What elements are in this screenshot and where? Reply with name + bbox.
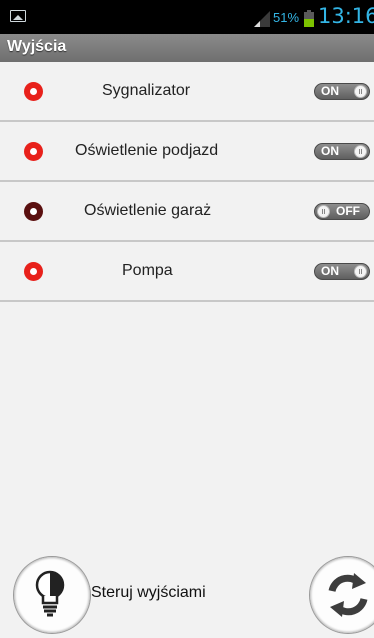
image-icon: [10, 10, 26, 22]
refresh-button[interactable]: [310, 557, 374, 633]
outputs-list: Sygnalizator ON Oświetlenie podjazd ON O…: [0, 62, 374, 302]
output-label: Oświetlenie garaż: [84, 202, 212, 219]
toggle-knob: [354, 145, 367, 158]
status-indicator-icon: [24, 82, 43, 101]
status-indicator-icon: [24, 142, 43, 161]
output-toggle[interactable]: ON: [314, 143, 370, 160]
output-label: Sygnalizator: [102, 82, 191, 99]
output-toggle[interactable]: ON: [314, 83, 370, 100]
status-indicator-icon: [24, 262, 43, 281]
page-title: Wyjścia: [7, 38, 67, 55]
status-indicator-icon: [24, 202, 43, 221]
lightbulb-icon: [35, 570, 65, 617]
output-row-oswietlenie-podjazd: Oświetlenie podjazd ON: [0, 122, 374, 182]
control-outputs-button[interactable]: [14, 557, 90, 633]
toggle-state-label: ON: [321, 264, 339, 278]
toggle-state-label: ON: [321, 144, 339, 158]
output-row-sygnalizator: Sygnalizator ON: [0, 62, 374, 122]
output-toggle[interactable]: OFF: [314, 203, 370, 220]
output-toggle[interactable]: ON: [314, 263, 370, 280]
signal-icon: [254, 11, 270, 27]
battery-icon: [304, 10, 314, 27]
toggle-knob: [317, 205, 330, 218]
refresh-icon: [328, 573, 368, 617]
battery-percent: 51%: [273, 10, 300, 25]
toggle-state-label: ON: [321, 84, 339, 98]
output-row-oswietlenie-garaz: Oświetlenie garaż OFF: [0, 182, 374, 242]
toggle-knob: [354, 85, 367, 98]
output-row-pompa: Pompa ON: [0, 242, 374, 302]
toggle-knob: [354, 265, 367, 278]
output-label: Oświetlenie podjazd: [75, 142, 219, 159]
status-bar: 51% 13:16: [0, 0, 374, 34]
clock: 13:16: [318, 4, 374, 28]
control-outputs-label[interactable]: Steruj wyjściami: [91, 584, 206, 602]
title-bar: Wyjścia: [0, 34, 374, 62]
toggle-state-label: OFF: [336, 204, 360, 218]
output-label: Pompa: [122, 262, 173, 279]
